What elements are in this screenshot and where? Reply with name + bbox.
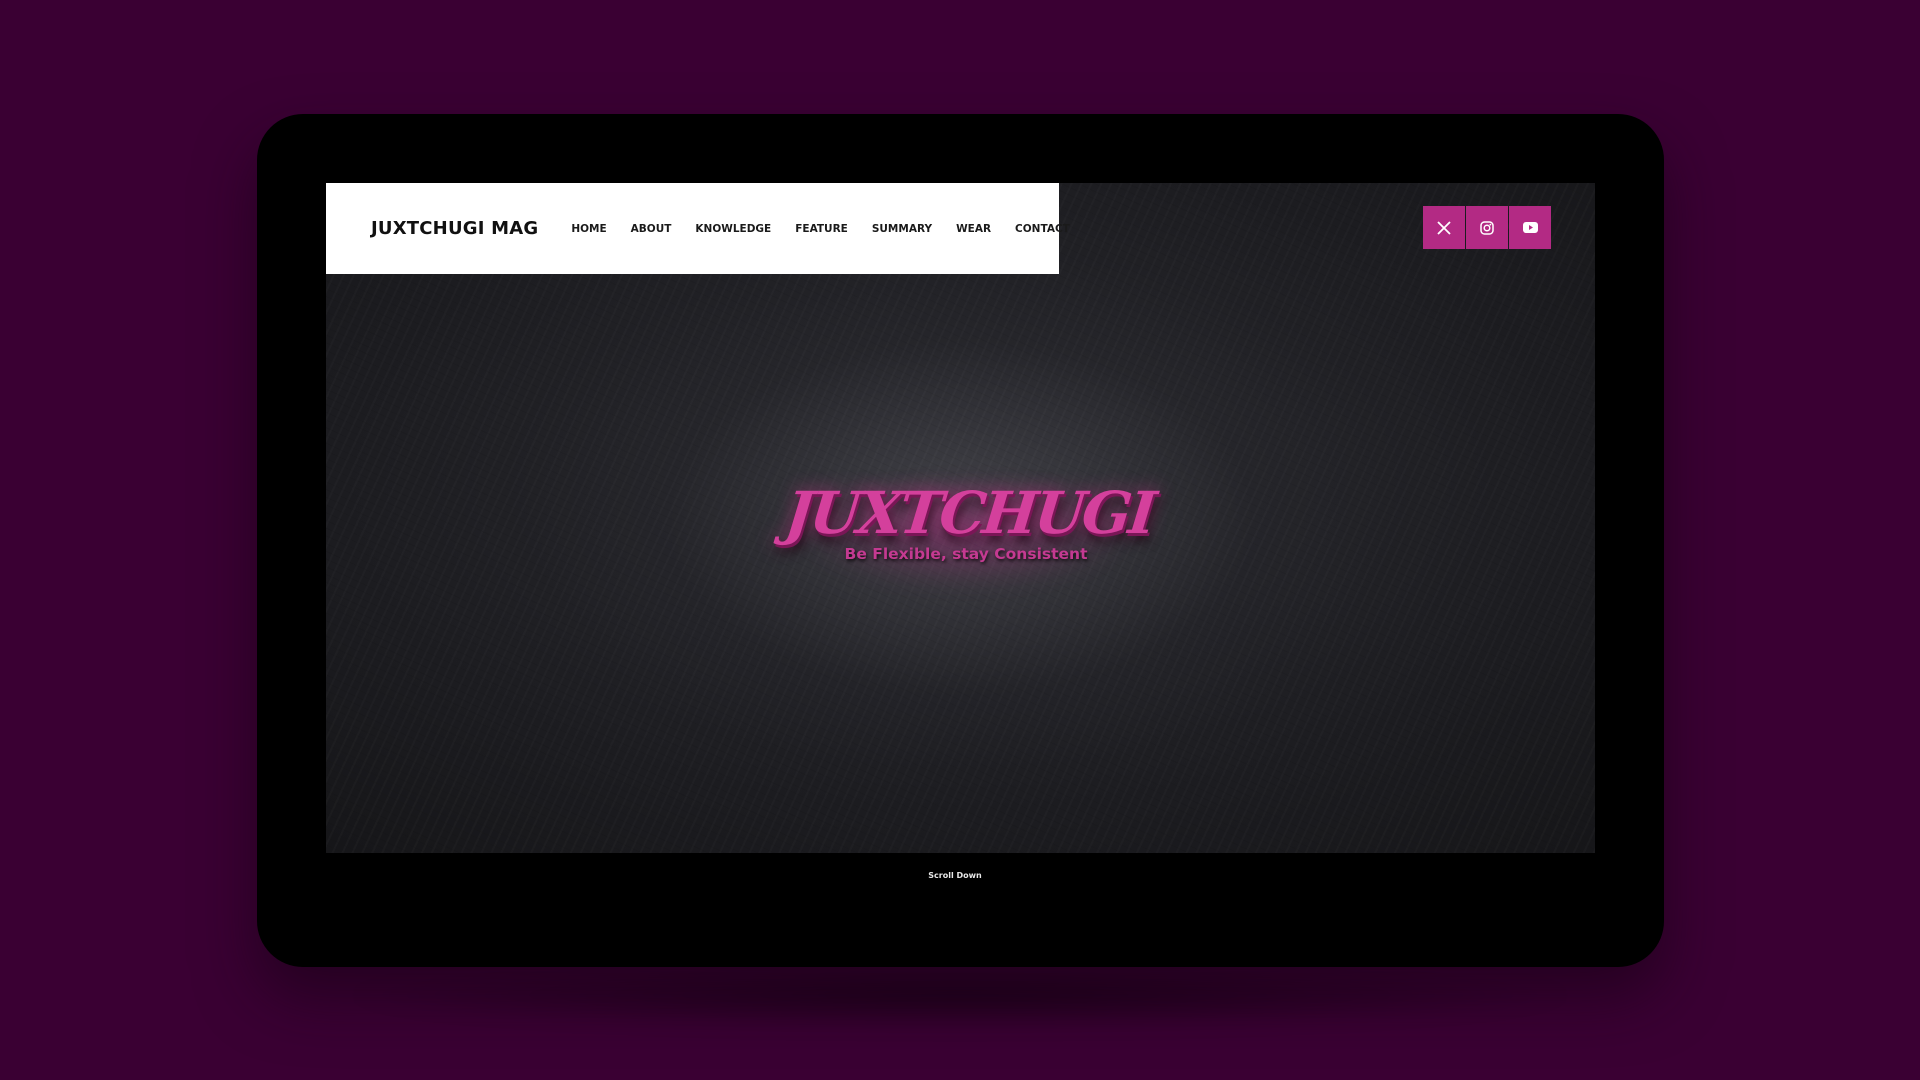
instagram-icon: [1480, 220, 1494, 235]
hero-logo: JUXTCHUGI Be Flexible, stay Consistent: [782, 473, 1157, 593]
website-screen: JUXTCHUGI MAG HOME ABOUT KNOWLEDGE FEATU…: [326, 183, 1595, 853]
device-shadow: [340, 960, 1580, 1030]
nav-wear[interactable]: WEAR: [956, 223, 991, 235]
x-twitter-icon: [1437, 220, 1451, 235]
hero-tagline: Be Flexible, stay Consistent: [844, 545, 1088, 563]
site-brand[interactable]: JUXTCHUGI MAG: [371, 218, 538, 239]
x-twitter-button[interactable]: [1423, 206, 1465, 249]
scroll-down-link[interactable]: Scroll Down: [905, 871, 1005, 880]
nav-contact[interactable]: CONTACT: [1015, 223, 1070, 235]
hero-logo-text: JUXTCHUGI: [782, 479, 1157, 547]
site-header: JUXTCHUGI MAG HOME ABOUT KNOWLEDGE FEATU…: [326, 183, 1070, 274]
main-nav: HOME ABOUT KNOWLEDGE FEATURE SUMMARY WEA…: [571, 223, 1069, 235]
nav-feature[interactable]: FEATURE: [795, 223, 848, 235]
nav-home[interactable]: HOME: [571, 223, 606, 235]
nav-about[interactable]: ABOUT: [631, 223, 672, 235]
nav-summary[interactable]: SUMMARY: [872, 223, 932, 235]
social-links: [1423, 206, 1551, 249]
youtube-button[interactable]: [1509, 206, 1551, 249]
instagram-button[interactable]: [1466, 206, 1508, 249]
mockup-stage: JUXTCHUGI MAG HOME ABOUT KNOWLEDGE FEATU…: [0, 0, 1920, 1080]
nav-knowledge[interactable]: KNOWLEDGE: [695, 223, 771, 235]
youtube-icon: [1522, 222, 1538, 233]
